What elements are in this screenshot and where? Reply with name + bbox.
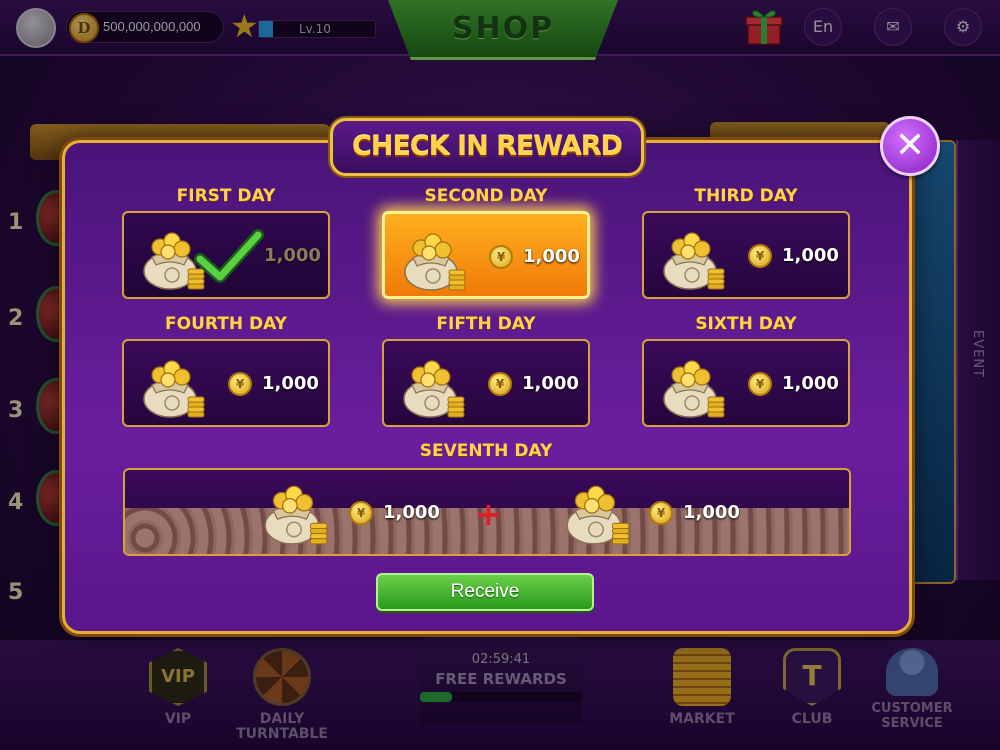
coin-bag-icon	[398, 353, 468, 419]
checkmark-icon	[194, 229, 264, 283]
coin-icon: ¥	[748, 372, 772, 396]
coin-icon: ¥	[349, 501, 373, 525]
reward-amount: 1,000	[264, 245, 321, 266]
coin-icon: ¥	[489, 245, 513, 269]
close-icon: ✕	[894, 125, 926, 166]
coin-bag-icon	[138, 353, 208, 419]
coin-bag-icon	[399, 226, 469, 292]
day-label: FOURTH DAY	[165, 314, 287, 334]
coin-icon: ¥	[649, 501, 673, 525]
day-card-3[interactable]: ¥ 1,000	[642, 211, 850, 299]
day-card-5[interactable]: ¥ 1,000	[382, 339, 590, 427]
day-label: THIRD DAY	[694, 186, 798, 206]
reward-amount: 1,000	[383, 502, 440, 523]
modal-title: CHECK IN REWARD	[352, 131, 623, 162]
close-button[interactable]: ✕	[880, 116, 940, 176]
day-card-2[interactable]: ¥ 1,000	[382, 211, 590, 299]
modal-title-banner: CHECK IN REWARD	[330, 118, 644, 176]
coin-icon: ¥	[488, 372, 512, 396]
reward-amount: 1,000	[782, 373, 839, 394]
day-label: FIFTH DAY	[436, 314, 536, 334]
coin-bag-icon	[259, 478, 331, 546]
coin-icon: ¥	[228, 372, 252, 396]
reward-amount: 1,000	[262, 373, 319, 394]
coin-icon: ¥	[748, 244, 772, 268]
coin-bag-icon	[658, 225, 728, 291]
receive-button[interactable]: Receive	[376, 573, 594, 611]
reward-amount: 1,000	[523, 246, 580, 267]
coin-bag-icon	[658, 353, 728, 419]
day-card-6[interactable]: ¥ 1,000	[642, 339, 850, 427]
day-card-7[interactable]: ¥ 1,000 + ¥ 1,000	[123, 468, 851, 556]
day-card-4[interactable]: ¥ 1,000	[122, 339, 330, 427]
day-label: SIXTH DAY	[695, 314, 797, 334]
day-label: SECOND DAY	[424, 186, 548, 206]
day-label: SEVENTH DAY	[419, 441, 553, 461]
reward-amount: 1,000	[522, 373, 579, 394]
coin-bag-icon	[561, 478, 633, 546]
day-card-1[interactable]: 1,000	[122, 211, 330, 299]
plus-icon: +	[475, 495, 502, 533]
reward-amount: 1,000	[683, 502, 740, 523]
reward-amount: 1,000	[782, 245, 839, 266]
day-label: FIRST DAY	[176, 186, 276, 206]
receive-label: Receive	[450, 581, 520, 602]
